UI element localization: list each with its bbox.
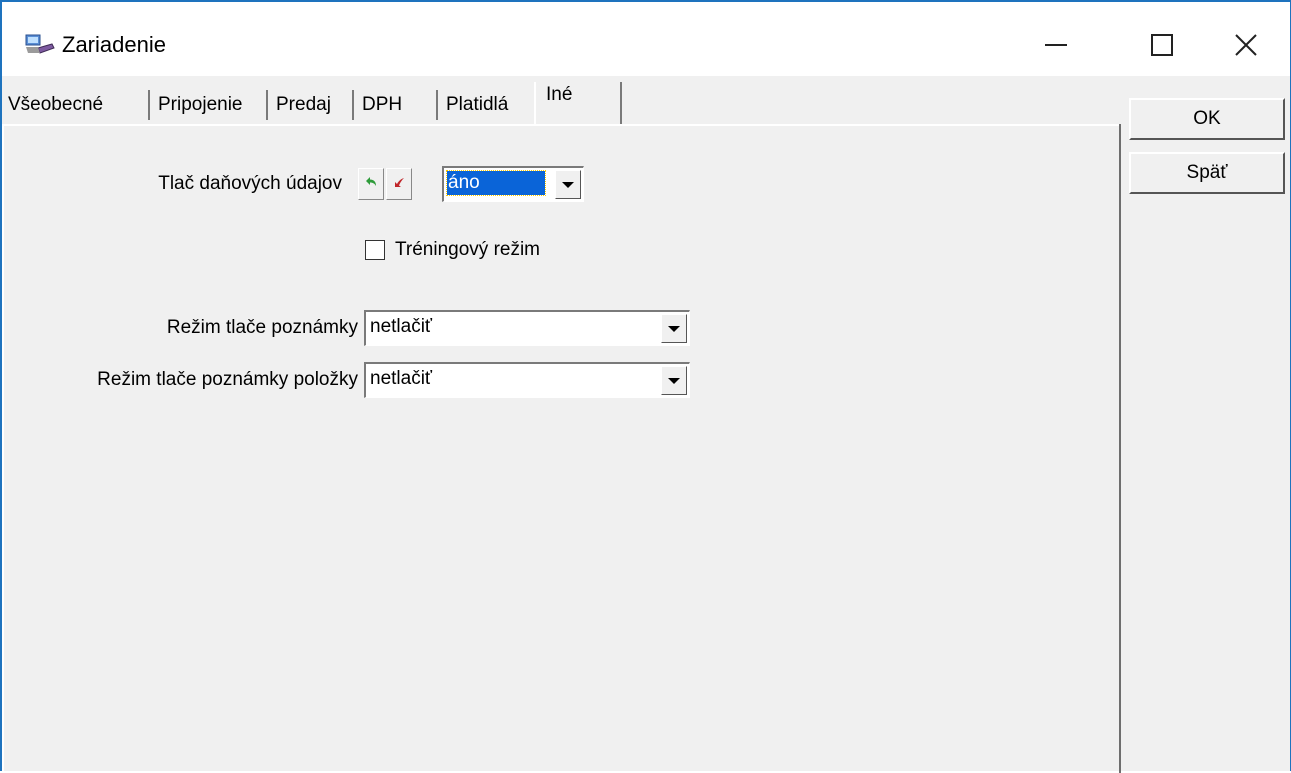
- title-bar: Zariadenie: [2, 2, 1290, 76]
- item-note-print-label: Režim tlače poznámky položky: [97, 369, 358, 390]
- ok-button-label: OK: [1193, 108, 1221, 129]
- dropdown-button[interactable]: [661, 314, 687, 343]
- tab-strip: Všeobecné Pripojenie Predaj DPH Platidlá…: [2, 80, 1122, 126]
- tax-print-select[interactable]: áno: [442, 166, 584, 202]
- chevron-down-icon: [668, 372, 680, 390]
- tab-ine[interactable]: Iné: [534, 82, 622, 126]
- item-note-print-value: netlačiť: [370, 368, 433, 389]
- item-note-print-select[interactable]: netlačiť: [364, 362, 690, 398]
- tab-label: Platidlá: [446, 94, 509, 115]
- chevron-down-icon: [668, 320, 680, 338]
- tab-dph[interactable]: DPH: [356, 90, 438, 120]
- chevron-down-icon: [562, 176, 574, 194]
- close-icon: [1235, 34, 1257, 56]
- device-app-icon: [24, 32, 56, 56]
- training-mode-label: Tréningový režim: [395, 239, 541, 260]
- tab-label: Predaj: [276, 94, 331, 115]
- training-mode-checkbox[interactable]: [365, 240, 385, 260]
- tab-vseobecne[interactable]: Všeobecné: [2, 90, 150, 120]
- note-print-label: Režim tlače poznámky: [166, 317, 358, 338]
- tab-panel-top-edge: [2, 124, 1120, 126]
- dropdown-button[interactable]: [661, 366, 687, 395]
- undo-button[interactable]: [358, 168, 384, 200]
- window-title: Zariadenie: [62, 32, 166, 57]
- minimize-icon: [1045, 43, 1067, 47]
- redo-red-arrow-icon: [391, 174, 407, 195]
- maximize-button[interactable]: [1138, 22, 1186, 68]
- back-button-label: Späť: [1186, 162, 1228, 183]
- ok-button[interactable]: OK: [1129, 98, 1285, 140]
- tab-panel-left-edge: [2, 124, 4, 773]
- tax-print-label: Tlač daňových údajov: [158, 173, 342, 194]
- tab-platidla[interactable]: Platidlá: [440, 90, 536, 120]
- dropdown-button[interactable]: [555, 170, 581, 199]
- tab-label: DPH: [362, 94, 403, 115]
- tab-panel-right-edge: [1119, 124, 1121, 773]
- tab-label: Pripojenie: [158, 94, 243, 115]
- redo-button[interactable]: [386, 168, 412, 200]
- note-print-value: netlačiť: [370, 316, 433, 337]
- close-button[interactable]: [1222, 22, 1270, 68]
- undo-green-arrow-icon: [363, 174, 379, 195]
- tab-label: Všeobecné: [8, 94, 104, 115]
- back-button[interactable]: Späť: [1129, 152, 1285, 194]
- note-print-select[interactable]: netlačiť: [364, 310, 690, 346]
- maximize-icon: [1151, 34, 1173, 56]
- dialog-window: Zariadenie Všeobecné Pripojenie Predaj D…: [0, 0, 1291, 773]
- tab-predaj[interactable]: Predaj: [270, 90, 354, 120]
- minimize-button[interactable]: [1032, 22, 1080, 68]
- tab-pripojenie[interactable]: Pripojenie: [152, 90, 268, 120]
- tax-print-value: áno: [448, 172, 480, 193]
- tab-label: Iné: [546, 84, 573, 105]
